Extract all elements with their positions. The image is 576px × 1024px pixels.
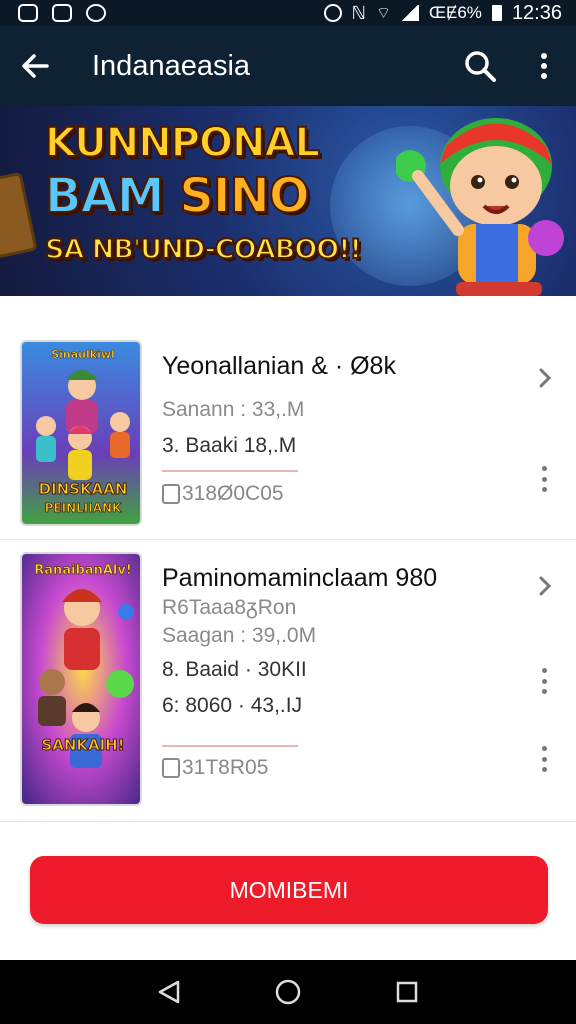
back-arrow-icon: [22, 54, 49, 78]
progress-divider: [162, 470, 298, 472]
game-thumbnail[interactable]: RanaibanAlv! SANKAIH!: [20, 552, 142, 806]
game-code: 31T8R05: [162, 756, 268, 780]
game-card[interactable]: Sinaulkiwl DINSKAAN PEINLIIANK Yeonallan…: [0, 330, 576, 540]
search-button[interactable]: [448, 26, 512, 106]
more-vert-icon: [541, 53, 547, 79]
game-meta-downloads: 3. Baaki 18,.M: [162, 434, 297, 457]
page-title: Indanaeasia: [92, 49, 251, 82]
game-code-text: 318Ø0C05: [182, 482, 284, 505]
banner-headline-1: KUNNPONAL: [44, 119, 321, 167]
thumbnail-title-1: DINSKAAN: [39, 480, 128, 498]
app-icon: [52, 4, 72, 22]
dot-icon: [541, 689, 547, 694]
game-title: Paminomaminclaam 980: [162, 564, 438, 592]
code-icon: [162, 484, 180, 504]
nfc-icon: ℕ: [351, 2, 366, 23]
code-icon: [162, 758, 180, 778]
alarm-icon: [323, 4, 342, 22]
dot-icon: [541, 678, 547, 684]
open-game-button[interactable]: [534, 364, 556, 392]
dot-icon: [541, 466, 547, 471]
home-circle-icon: [275, 979, 301, 1005]
gallery-icon: [18, 4, 38, 22]
thumbnail-title-top: RanaibanAlv!: [34, 563, 132, 578]
dot-icon: [541, 767, 547, 772]
game-thumbnail[interactable]: Sinaulkiwl DINSKAAN PEINLIIANK: [20, 340, 142, 526]
nav-home-button[interactable]: [258, 962, 318, 1022]
primary-action-button[interactable]: MOMIBEMI: [30, 856, 548, 924]
game-code-text: 31T8R05: [182, 756, 269, 779]
dot-icon: [541, 668, 547, 673]
status-bar: ℕ ⌔ ŒɆ6% 12:36: [0, 0, 576, 26]
game-meta-downloads: 8. Baaid · 30KII: [162, 658, 307, 681]
dot-icon: [541, 746, 547, 751]
game-options-button[interactable]: [536, 668, 552, 694]
clock: 12:36: [511, 1, 562, 24]
battery-percent: ŒɆ6%: [429, 3, 482, 22]
dot-icon: [541, 476, 547, 482]
game-list-sheet: Sinaulkiwl DINSKAAN PEINLIIANK Yeonallan…: [0, 296, 576, 960]
game-options-button[interactable]: [536, 466, 552, 492]
promo-banner[interactable]: KUNNPONAL BAM SINO SA NB'UND-COABOO!!: [0, 106, 576, 296]
signal-icon: [401, 5, 420, 21]
hero-character-illustration: [396, 118, 564, 296]
game-meta-subtitle: R6Taaa8ᵹRon: [162, 596, 297, 619]
chevron-right-icon: [539, 368, 552, 388]
open-game-button[interactable]: [534, 572, 556, 600]
back-triangle-icon: [159, 980, 180, 1004]
progress-divider: [162, 745, 298, 747]
treasure-chest-decoration: [0, 171, 38, 261]
banner-tagline: SA NB'UND-COABOO!!: [44, 233, 363, 266]
banner-headline-2: BAM SINO: [44, 167, 311, 225]
thumbnail-title-bottom: SANKAIH!: [41, 736, 124, 754]
game-meta-size: Sanann : 33,.M: [162, 398, 305, 421]
battery-icon: [491, 5, 502, 21]
game-title: Yeonallanian & · Ø8k: [162, 352, 396, 380]
back-button[interactable]: [0, 26, 70, 106]
dot-icon: [541, 756, 547, 762]
search-icon: [465, 51, 496, 82]
game-card[interactable]: RanaibanAlv! SANKAIH! Paminomaminclaam 9…: [0, 540, 576, 822]
nav-back-button[interactable]: [139, 962, 199, 1022]
game-code: 318Ø0C05: [162, 482, 284, 506]
app-bar: Indanaeasia: [0, 26, 576, 106]
recents-square-icon: [396, 981, 417, 1003]
thumbnail-title-2: PEINLIIANK: [45, 501, 122, 515]
chevron-right-icon: [539, 576, 552, 596]
nav-recents-button[interactable]: [377, 962, 437, 1022]
overflow-menu-button[interactable]: [512, 26, 576, 106]
system-navigation-bar: [0, 960, 576, 1024]
messenger-icon: [86, 4, 106, 22]
game-meta-rating: 6: 8060 · 43,.IJ: [162, 694, 303, 717]
thumbnail-title-top: Sinaulkiwl: [51, 348, 115, 361]
game-options-button-secondary[interactable]: [536, 746, 552, 772]
wifi-icon: ⌔: [375, 5, 392, 22]
dot-icon: [541, 487, 547, 492]
game-meta-size: Saagan : 39,.0M: [162, 624, 317, 647]
